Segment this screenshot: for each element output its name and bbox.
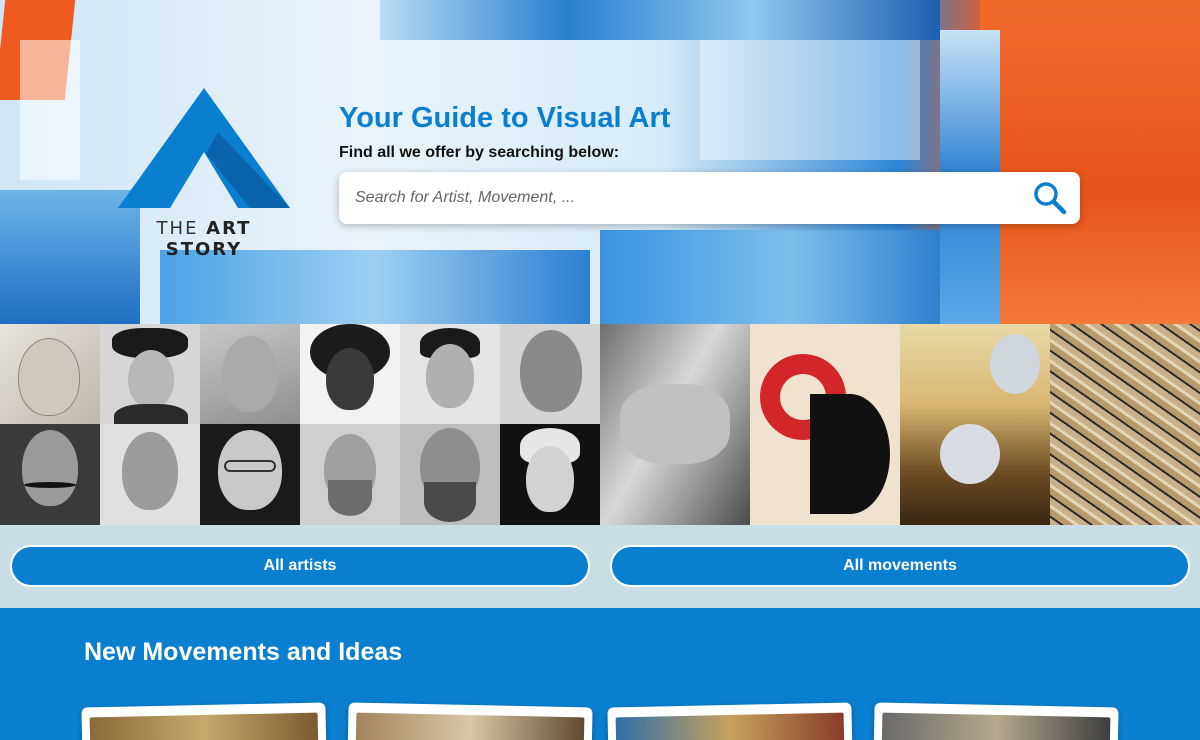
portrait-woman-braids[interactable]	[400, 324, 500, 424]
movement-card[interactable]	[607, 702, 853, 740]
portrait-man-glasses[interactable]	[200, 424, 300, 525]
card-thumbnail	[615, 712, 845, 740]
search-input[interactable]	[355, 172, 1015, 224]
card-thumbnail	[355, 712, 585, 740]
search-icon[interactable]	[1032, 180, 1068, 216]
movement-card[interactable]	[873, 702, 1119, 740]
new-movements-section: New Movements and Ideas	[0, 608, 1200, 740]
page-title: Your Guide to Visual Art	[339, 102, 671, 134]
artist-artwork-collage	[0, 324, 1200, 525]
browse-buttons: All artists All movements	[0, 525, 1200, 608]
section-title: New Movements and Ideas	[84, 638, 403, 666]
portrait-painted-man[interactable]	[200, 324, 300, 424]
portrait-woman-hat[interactable]	[100, 324, 200, 424]
artwork-drip-painting[interactable]	[1050, 324, 1200, 525]
search-instructions: Find all we offer by searching below:	[339, 144, 620, 161]
site-logo[interactable]: THE ART STORY	[118, 86, 290, 260]
logo-wordmark: THE ART STORY	[156, 218, 252, 260]
portrait-woman-short-hair[interactable]	[500, 424, 600, 525]
movement-card[interactable]	[81, 702, 327, 740]
artwork-hands-sculpture[interactable]	[600, 324, 750, 525]
movement-card[interactable]	[347, 702, 593, 740]
paint-stroke	[600, 230, 980, 324]
all-movements-button[interactable]: All movements	[610, 545, 1190, 587]
card-thumbnail	[89, 712, 319, 740]
hero-banner: THE ART STORY Your Guide to Visual Art F…	[0, 0, 1200, 324]
artwork-melting-clocks[interactable]	[900, 324, 1050, 525]
portrait-man-beard-dark[interactable]	[400, 424, 500, 525]
portrait-sketch-old-man[interactable]	[0, 324, 100, 424]
logo-triangle-icon	[118, 88, 290, 208]
paint-stroke	[160, 250, 590, 324]
portrait-man-mustache[interactable]	[0, 424, 100, 525]
all-artists-button[interactable]: All artists	[10, 545, 590, 587]
paint-stroke	[980, 0, 1200, 324]
paint-stroke	[20, 40, 80, 180]
portrait-man-gray[interactable]	[100, 424, 200, 525]
paint-stroke	[700, 40, 920, 160]
artwork-bauhaus-poster[interactable]	[750, 324, 900, 525]
portrait-woman-natural-hair[interactable]	[300, 324, 400, 424]
search-bar	[339, 172, 1080, 224]
portrait-man-beard-gray[interactable]	[300, 424, 400, 525]
card-thumbnail	[881, 712, 1111, 740]
paint-stroke	[380, 0, 940, 40]
portrait-bald-man[interactable]	[500, 324, 600, 424]
